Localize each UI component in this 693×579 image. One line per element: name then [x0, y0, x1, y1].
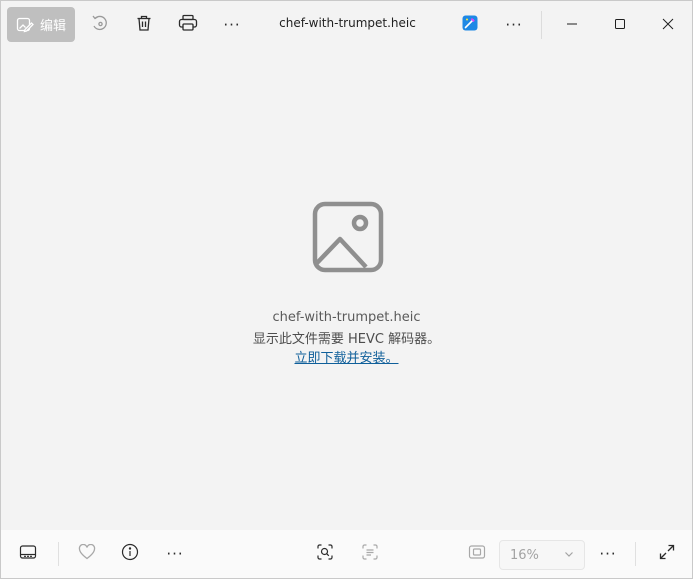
title-bar: 编辑 ··· chef-with-trumpet.heic ···	[1, 1, 692, 49]
install-codec-link[interactable]: 立即下载并安装。	[1, 347, 692, 366]
fullscreen-button[interactable]	[651, 538, 683, 570]
visual-search-icon	[316, 543, 334, 565]
zoom-value: 16%	[510, 547, 539, 563]
heart-icon	[78, 543, 96, 564]
delete-button[interactable]	[128, 9, 160, 41]
window-title: chef-with-trumpet.heic	[279, 16, 416, 30]
photos-window: 编辑 ··· chef-with-trumpet.heic ··· chef-w…	[0, 0, 693, 579]
codec-required-message: 显示此文件需要 HEVC 解码器。	[252, 332, 441, 347]
minimize-button[interactable]	[549, 1, 595, 47]
bottom-divider	[58, 542, 59, 566]
more-options-button[interactable]: ···	[216, 9, 248, 41]
maximize-icon	[614, 15, 626, 34]
chevron-down-icon	[564, 548, 574, 563]
image-viewer-area: chef-with-trumpet.heic 显示此文件需要 HEVC 解码器。…	[1, 49, 692, 529]
edit-image-icon	[16, 16, 34, 34]
trash-icon	[135, 14, 153, 36]
bottom-more-label: ···	[166, 544, 184, 563]
image-placeholder-icon	[312, 201, 384, 273]
minimize-icon	[566, 15, 578, 34]
more-apps-button[interactable]: ···	[498, 9, 530, 41]
print-button[interactable]	[172, 9, 204, 41]
visual-search-button[interactable]	[309, 538, 341, 570]
error-filename: chef-with-trumpet.heic	[272, 310, 421, 325]
designer-button[interactable]	[454, 9, 486, 41]
actual-size-button[interactable]	[461, 538, 493, 570]
rotate-icon	[90, 13, 110, 37]
zoom-more-button[interactable]: ···	[592, 538, 624, 570]
bottom-more-button[interactable]: ···	[159, 538, 191, 570]
more-options-label: ···	[223, 15, 241, 34]
maximize-button[interactable]	[597, 1, 643, 47]
actual-size-icon	[468, 544, 486, 564]
more-apps-label: ···	[505, 15, 523, 34]
rotate-button[interactable]	[84, 9, 116, 41]
edit-button-label: 编辑	[39, 19, 66, 34]
info-icon	[121, 543, 139, 565]
filmstrip-button[interactable]	[12, 538, 44, 570]
fullscreen-icon	[659, 544, 675, 564]
filmstrip-icon	[19, 544, 37, 564]
edit-button[interactable]: 编辑	[7, 7, 75, 42]
text-scan-icon	[361, 543, 379, 565]
designer-app-icon	[462, 15, 478, 35]
printer-icon	[178, 14, 198, 36]
favorite-button[interactable]	[71, 538, 103, 570]
install-codec-link-text[interactable]: 立即下载并安装。	[294, 351, 398, 366]
zoom-dropdown[interactable]: 16%	[499, 540, 585, 570]
bottom-divider-right	[635, 542, 636, 566]
bottom-toolbar: ··· 16% ···	[1, 530, 692, 578]
text-scan-button[interactable]	[354, 538, 386, 570]
zoom-more-label: ···	[599, 544, 617, 563]
close-icon	[662, 15, 674, 34]
close-button[interactable]	[645, 1, 691, 47]
info-button[interactable]	[114, 538, 146, 570]
caption-divider	[541, 11, 542, 39]
